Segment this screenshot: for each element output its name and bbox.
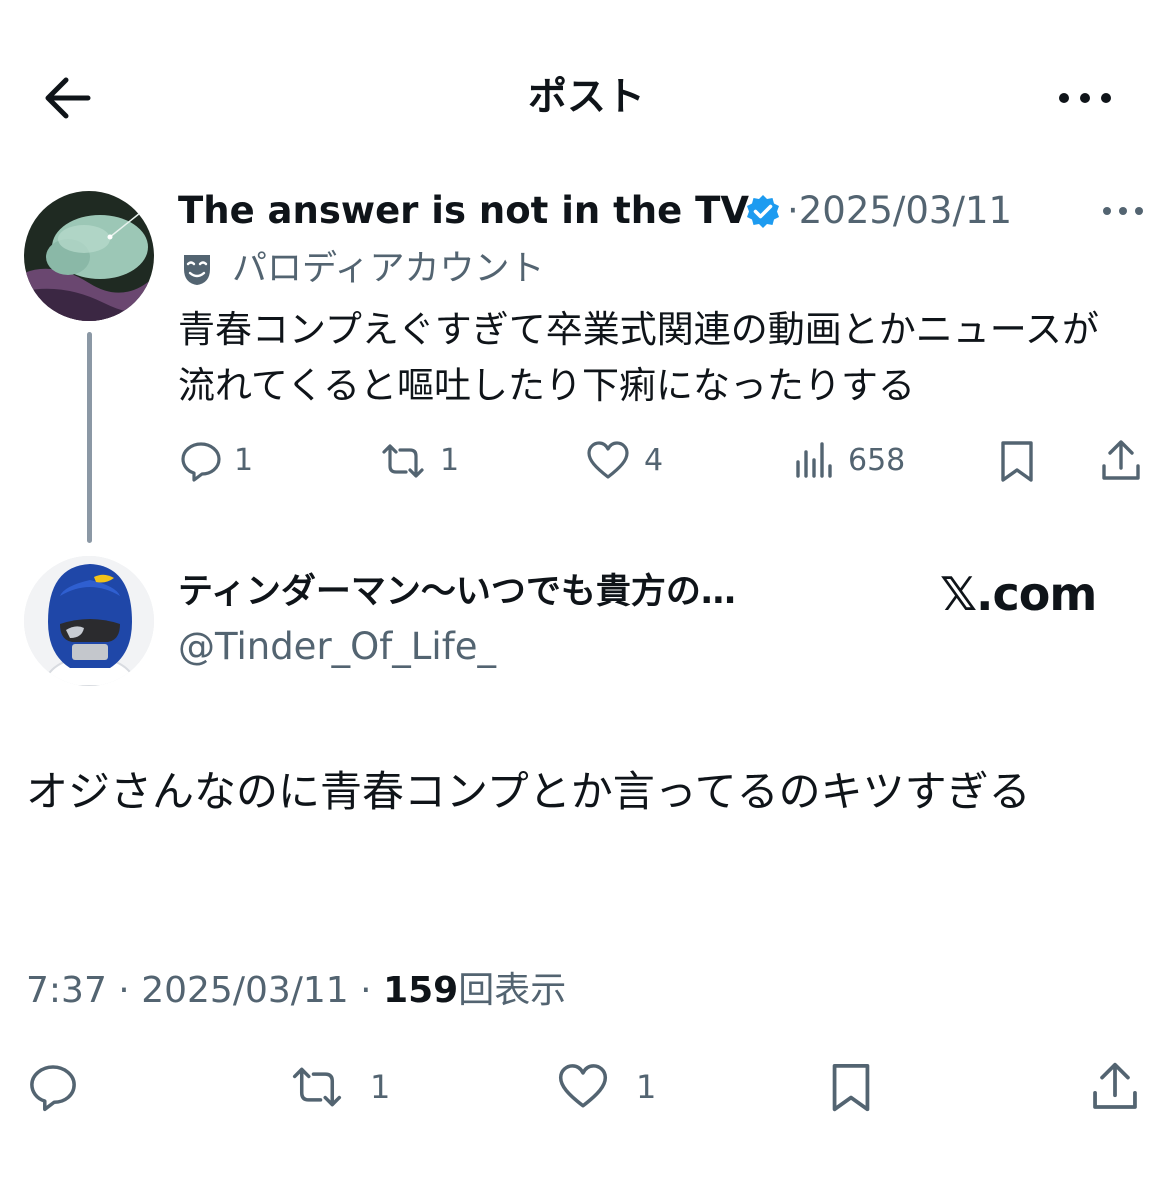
repost-icon <box>382 444 424 478</box>
like-button[interactable] <box>556 1060 610 1114</box>
bookmark-button[interactable] <box>824 1060 878 1114</box>
analytics-icon <box>796 442 832 478</box>
x-com-watermark: 𝕏.com <box>940 567 1097 621</box>
separator: · <box>787 189 799 232</box>
post-timestamp: 7:37 · 2025/03/11 · 159回表示 <box>26 966 566 1016</box>
view-count: 159 <box>383 970 459 1011</box>
like-button[interactable] <box>585 438 631 484</box>
repost-count: 1 <box>440 443 460 478</box>
repost-count: 1 <box>370 1068 391 1106</box>
thread-connector-line <box>87 332 92 543</box>
parody-account-label: パロディアカウント <box>232 249 545 289</box>
reply-icon <box>30 1065 76 1112</box>
more-horizontal-icon <box>1059 93 1111 103</box>
like-count: 1 <box>636 1068 657 1106</box>
separator: · <box>360 970 372 1011</box>
user-handle[interactable]: @Tinder_Of_Life_ <box>178 622 496 672</box>
repost-button[interactable] <box>380 438 426 484</box>
display-name[interactable]: ティンダーマン〜いつでも貴方の… <box>178 567 736 617</box>
avatar[interactable] <box>24 191 154 321</box>
repost-button[interactable] <box>290 1060 344 1114</box>
post-text: 青春コンプえぐすぎて卒業式関連の動画とかニュースが流れてくると嘔吐したり下痢にな… <box>178 308 1099 407</box>
post-text: オジさんなのに青春コンプとか言ってるのキツすぎる <box>26 767 1031 816</box>
separator: · <box>118 970 130 1011</box>
post-date[interactable]: ·2025/03/11 <box>787 187 1012 235</box>
more-options-button[interactable] <box>1052 70 1118 126</box>
avatar[interactable] <box>24 556 154 686</box>
view-count: 658 <box>848 443 906 478</box>
views-button[interactable] <box>790 438 836 484</box>
parody-mask-icon <box>178 250 216 288</box>
post-date-text: 2025/03/11 <box>798 189 1013 232</box>
reply-button[interactable] <box>178 438 224 484</box>
verified-badge-icon <box>744 193 782 231</box>
reply-icon <box>181 442 221 482</box>
bookmark-icon <box>1001 441 1033 482</box>
share-icon <box>1102 440 1140 480</box>
reply-count: 1 <box>234 443 254 478</box>
like-count: 4 <box>644 443 664 478</box>
share-button[interactable] <box>1088 1060 1142 1114</box>
post-more-button[interactable] <box>1098 196 1148 226</box>
avatar-image <box>24 556 154 686</box>
view-label[interactable]: 回表示 <box>458 970 566 1011</box>
display-name[interactable]: The answer is not in the TV <box>178 187 749 235</box>
avatar-image <box>24 191 154 321</box>
share-icon <box>1093 1062 1137 1109</box>
more-horizontal-icon <box>1103 207 1143 215</box>
heart-icon <box>558 1064 608 1108</box>
reply-button[interactable] <box>26 1060 80 1114</box>
bookmark-icon <box>832 1063 870 1112</box>
post-date-text: 2025/03/11 <box>141 970 349 1011</box>
repost-icon <box>292 1067 342 1107</box>
page-title: ポスト <box>527 75 645 120</box>
post-time: 7:37 <box>26 970 107 1011</box>
heart-icon <box>587 441 629 479</box>
bookmark-button[interactable] <box>994 438 1040 484</box>
share-button[interactable] <box>1098 438 1144 484</box>
